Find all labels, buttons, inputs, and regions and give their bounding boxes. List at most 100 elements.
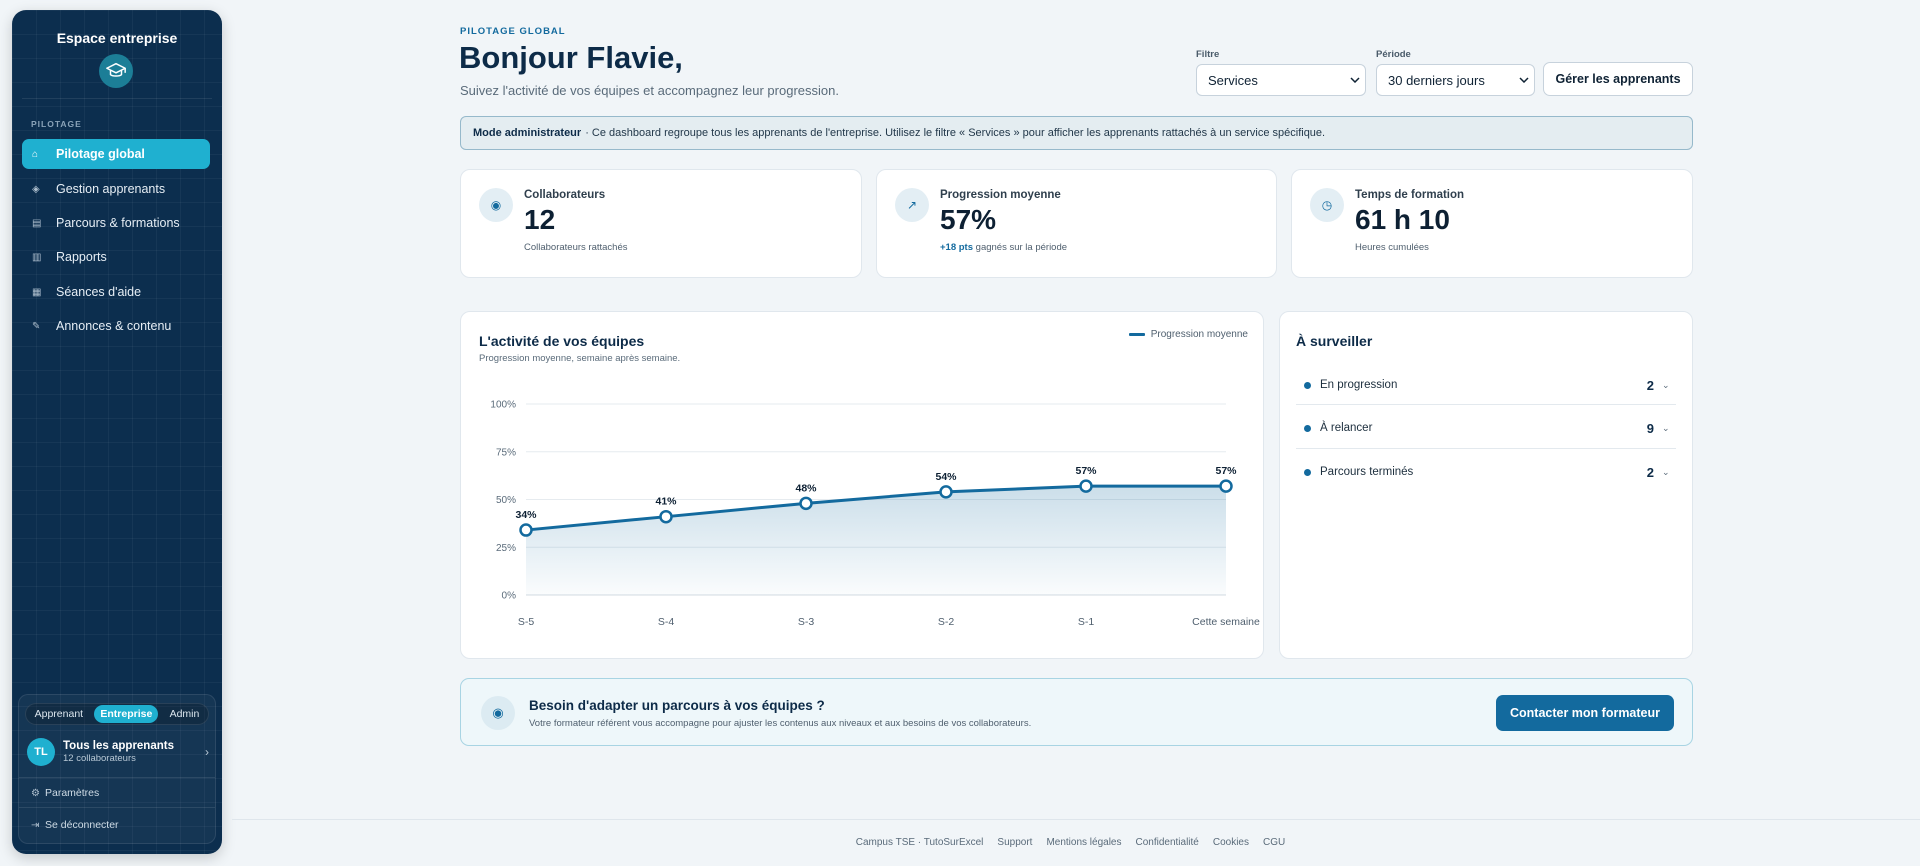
target-icon: ◉ (481, 696, 515, 730)
filter-select[interactable]: Services (1196, 64, 1366, 96)
activity-chart-card: L'activité de vos équipes Progression mo… (460, 311, 1264, 659)
watch-row-parcours-termines[interactable]: Parcours terminés 2 ⌄ (1296, 450, 1676, 494)
kpi-delta: +18 pts (940, 242, 974, 253)
help-banner: ◉ Besoin d'adapter un parcours à vos équ… (460, 678, 1693, 746)
sidebar-divider (22, 98, 212, 99)
role-admin[interactable]: Admin (164, 705, 206, 723)
settings-label: Paramètres (45, 787, 100, 799)
status-dot (1304, 381, 1311, 389)
chevron-down-icon: ⌄ (1662, 379, 1670, 390)
users-icon: ◈ (32, 183, 40, 195)
data-point (1219, 479, 1233, 493)
gear-icon: ⚙ (31, 787, 40, 799)
footer-link-cookies[interactable]: Cookies (1213, 837, 1249, 848)
footer-link-cgu[interactable]: CGU (1263, 837, 1285, 848)
banner-title: Mode administrateur (473, 127, 582, 139)
sidebar-item-label: Séances d'aide (56, 285, 142, 299)
legend-label: Progression moyenne (1150, 329, 1248, 340)
chart-legend: Progression moyenne (1128, 329, 1248, 340)
kpi-note: Collaborateurs rattachés (524, 242, 628, 253)
chart-title: L'activité de vos équipes (479, 333, 645, 349)
kpi-label: Temps de formation (1355, 189, 1465, 201)
filter-value: Services (1208, 72, 1258, 88)
y-tick-label: 50% (496, 495, 516, 506)
x-tick-label: S-3 (798, 616, 815, 628)
y-tick-label: 0% (502, 591, 517, 602)
chevron-right-icon: › (205, 745, 209, 759)
period-label: Période (1376, 49, 1411, 60)
sidebar-item-pilotage-global[interactable]: ⌂ Pilotage global (22, 139, 210, 169)
period-select[interactable]: 30 derniers jours (1376, 64, 1535, 96)
kpi-value: 12 (524, 204, 556, 235)
watch-label: À relancer (1320, 422, 1373, 434)
watch-title: À surveiller (1296, 333, 1373, 349)
divider (1296, 404, 1676, 405)
x-tick-label: S-4 (658, 616, 675, 628)
chart-subtitle: Progression moyenne, semaine après semai… (479, 353, 681, 364)
sidebar-item-parcours-formations[interactable]: ▤ Parcours & formations (22, 208, 210, 238)
data-label: 34% (515, 509, 537, 521)
footer-divider (232, 819, 1920, 820)
sidebar: Espace entreprise PILOTAGE ⌂ Pilotage gl… (12, 10, 222, 854)
page-title: Bonjour Flavie, (459, 40, 683, 75)
watch-row-a-relancer[interactable]: À relancer 9 ⌄ (1296, 406, 1676, 450)
data-point (519, 523, 533, 537)
sidebar-item-seances-aide[interactable]: ▦ Séances d'aide (22, 277, 210, 307)
status-dot (1304, 468, 1311, 476)
x-tick-label: S-1 (1078, 616, 1095, 628)
sidebar-item-rapports[interactable]: ▥ Rapports (22, 242, 210, 272)
kpi-card-temps-formation: ◷ Temps de formation 61 h 10 Heures cumu… (1291, 169, 1693, 278)
data-label: 57% (1215, 465, 1237, 477)
series-line (525, 484, 1226, 532)
sidebar-item-gestion-apprenants[interactable]: ◈ Gestion apprenants (22, 174, 210, 204)
help-title: Besoin d'adapter un parcours à vos équip… (529, 698, 825, 713)
user-selector[interactable]: TL Tous les apprenants 12 collaborateurs… (27, 735, 209, 769)
data-label: 57% (1075, 465, 1097, 477)
role-apprenant[interactable]: Apprenant (29, 705, 89, 723)
manage-learners-button[interactable]: Gérer les apprenants (1543, 62, 1693, 96)
contact-trainer-button[interactable]: Contacter mon formateur (1496, 695, 1674, 731)
y-tick-label: 100% (490, 400, 516, 411)
status-dot (1304, 424, 1311, 432)
data-label: 54% (935, 471, 957, 483)
avatar: TL (27, 738, 55, 766)
clock-icon: ◷ (1310, 188, 1344, 222)
chevron-down-icon (1514, 77, 1534, 83)
footer-link-support[interactable]: Support (997, 837, 1032, 848)
help-text: Votre formateur référent vous accompagne… (529, 718, 1032, 729)
report-icon: ▥ (32, 251, 42, 263)
series-area (526, 486, 1226, 595)
sidebar-item-label: Pilotage global (56, 147, 145, 161)
divider (1296, 448, 1676, 449)
user-subtitle: 12 collaborateurs (63, 753, 136, 764)
x-tick-label: S-5 (518, 616, 535, 628)
filter-label: Filtre (1196, 49, 1220, 60)
kpi-label: Collaborateurs (524, 189, 606, 201)
kpi-value: 61 h 10 (1355, 204, 1450, 235)
watch-count: 2 (1646, 464, 1654, 480)
logout-link[interactable]: ⇥ Se déconnecter (31, 819, 119, 831)
footer-link-confidentialite[interactable]: Confidentialité (1135, 837, 1198, 848)
book-icon: ▤ (32, 217, 42, 229)
role-switcher: Apprenant Entreprise Admin (25, 703, 209, 725)
settings-link[interactable]: ⚙ Paramètres (31, 787, 99, 799)
kpi-label: Progression moyenne (940, 189, 1061, 201)
kpi-note-text: gagnés sur la période (975, 242, 1068, 253)
account-panel: Apprenant Entreprise Admin TL Tous les a… (18, 694, 216, 844)
data-point (1079, 479, 1093, 493)
footer: Campus TSE · TutoSurExcel Support Mentio… (0, 837, 1920, 848)
eye-icon: ◉ (479, 188, 513, 222)
chevron-down-icon: ⌄ (1662, 422, 1670, 433)
watch-row-en-progression[interactable]: En progression 2 ⌄ (1296, 363, 1676, 407)
trend-up-icon: ↗ (895, 188, 929, 222)
x-tick-label: Cette semaine (1192, 616, 1260, 628)
footer-link-mentions[interactable]: Mentions légales (1046, 837, 1121, 848)
period-value: 30 derniers jours (1388, 72, 1485, 88)
footer-brand[interactable]: Campus TSE · TutoSurExcel (856, 837, 984, 848)
data-label: 48% (795, 482, 817, 494)
kpi-card-progression: ↗ Progression moyenne 57% +18 pts gagnés… (876, 169, 1277, 278)
data-point (939, 485, 953, 499)
kpi-note-text: Collaborateurs rattachés (524, 242, 628, 253)
sidebar-item-annonces-contenu[interactable]: ✎ Annonces & contenu (22, 311, 210, 341)
role-entreprise[interactable]: Entreprise (94, 705, 159, 723)
